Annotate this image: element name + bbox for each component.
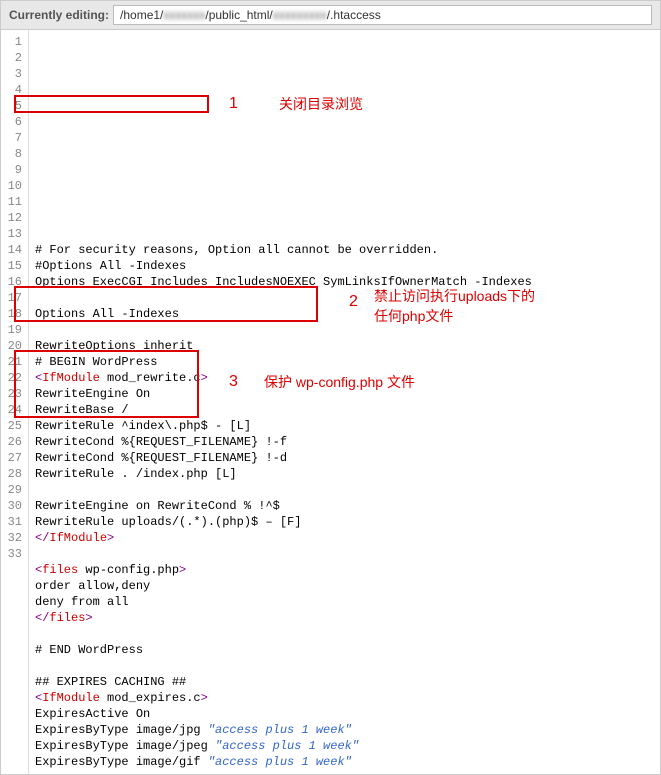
line-number: 6 — [3, 114, 22, 130]
line-number: 15 — [3, 258, 22, 274]
line-number: 33 — [3, 546, 22, 562]
annotation-text-1: 关闭目录浏览 — [279, 96, 363, 112]
code-line[interactable]: RewriteEngine on RewriteCond % !^$ — [35, 498, 654, 514]
code-line[interactable]: order allow,deny — [35, 578, 654, 594]
line-number: 8 — [3, 146, 22, 162]
line-number: 12 — [3, 210, 22, 226]
line-number: 23 — [3, 386, 22, 402]
code-line[interactable] — [35, 290, 654, 306]
annotation-number-1: 1 — [229, 96, 238, 112]
line-number: 5 — [3, 98, 22, 114]
line-number: 7 — [3, 130, 22, 146]
code-line[interactable] — [35, 546, 654, 562]
code-line[interactable]: # BEGIN WordPress — [35, 354, 654, 370]
code-line[interactable]: <files wp-config.php> — [35, 562, 654, 578]
code-line[interactable]: ExpiresByType image/jpeg "access plus 1 … — [35, 738, 654, 754]
code-line[interactable]: deny from all — [35, 594, 654, 610]
line-number: 28 — [3, 466, 22, 482]
line-gutter: 1234567891011121314151617181920212223242… — [1, 30, 29, 774]
path-segment: /public_html/ — [205, 8, 272, 22]
editing-label: Currently editing: — [9, 8, 109, 22]
annotation-box-1 — [14, 95, 209, 113]
code-line[interactable]: Options All -Indexes — [35, 306, 654, 322]
line-number: 10 — [3, 178, 22, 194]
code-line[interactable]: Options ExecCGI Includes IncludesNOEXEC … — [35, 274, 654, 290]
line-number: 26 — [3, 434, 22, 450]
line-number: 18 — [3, 306, 22, 322]
line-number: 30 — [3, 498, 22, 514]
path-segment: /.htaccess — [327, 8, 381, 22]
line-number: 11 — [3, 194, 22, 210]
path-blurred: xxxxxxx — [163, 8, 205, 22]
code-line[interactable]: <IfModule mod_expires.c> — [35, 690, 654, 706]
code-line[interactable]: # For security reasons, Option all canno… — [35, 242, 654, 258]
line-number: 1 — [3, 34, 22, 50]
path-segment: /home1/ — [120, 8, 163, 22]
line-number: 27 — [3, 450, 22, 466]
code-line[interactable]: RewriteEngine On — [35, 386, 654, 402]
code-line[interactable]: # END WordPress — [35, 642, 654, 658]
line-number: 20 — [3, 338, 22, 354]
code-line[interactable]: ExpiresByType image/jpg "access plus 1 w… — [35, 722, 654, 738]
code-line[interactable] — [35, 482, 654, 498]
code-area[interactable]: 1 关闭目录浏览 2 禁止访问执行uploads下的 任何php文件 3 保护 … — [29, 30, 660, 774]
code-line[interactable]: RewriteOptions inherit — [35, 338, 654, 354]
line-number: 19 — [3, 322, 22, 338]
code-line[interactable]: RewriteCond %{REQUEST_FILENAME} !-d — [35, 450, 654, 466]
code-line[interactable]: RewriteRule . /index.php [L] — [35, 466, 654, 482]
line-number: 17 — [3, 290, 22, 306]
code-line[interactable]: </files> — [35, 610, 654, 626]
editor-header: Currently editing: /home1/xxxxxxx/public… — [0, 0, 661, 30]
line-number: 21 — [3, 354, 22, 370]
code-line[interactable]: RewriteCond %{REQUEST_FILENAME} !-f — [35, 434, 654, 450]
line-number: 9 — [3, 162, 22, 178]
code-editor[interactable]: 1234567891011121314151617181920212223242… — [0, 30, 661, 775]
code-line[interactable]: #Options All -Indexes — [35, 258, 654, 274]
code-line[interactable]: <IfModule mod_rewrite.c> — [35, 370, 654, 386]
file-path: /home1/xxxxxxx/public_html/xxxxxxxxx/.ht… — [113, 5, 652, 25]
code-line[interactable]: RewriteRule uploads/(.*).(php)$ – [F] — [35, 514, 654, 530]
code-line[interactable] — [35, 658, 654, 674]
line-number: 16 — [3, 274, 22, 290]
line-number: 2 — [3, 50, 22, 66]
line-number: 24 — [3, 402, 22, 418]
code-line[interactable] — [35, 322, 654, 338]
line-number: 13 — [3, 226, 22, 242]
code-line[interactable]: RewriteRule ^index\.php$ - [L] — [35, 418, 654, 434]
code-line[interactable] — [35, 626, 654, 642]
code-line[interactable]: ExpiresActive On — [35, 706, 654, 722]
path-blurred: xxxxxxxxx — [273, 8, 327, 22]
line-number: 3 — [3, 66, 22, 82]
line-number: 32 — [3, 530, 22, 546]
code-line[interactable]: </IfModule> — [35, 530, 654, 546]
line-number: 29 — [3, 482, 22, 498]
line-number: 31 — [3, 514, 22, 530]
line-number: 14 — [3, 242, 22, 258]
line-number: 25 — [3, 418, 22, 434]
line-number: 4 — [3, 82, 22, 98]
line-number: 22 — [3, 370, 22, 386]
code-line[interactable]: RewriteBase / — [35, 402, 654, 418]
code-line[interactable]: ExpiresByType image/gif "access plus 1 w… — [35, 754, 654, 770]
code-line[interactable]: ## EXPIRES CACHING ## — [35, 674, 654, 690]
